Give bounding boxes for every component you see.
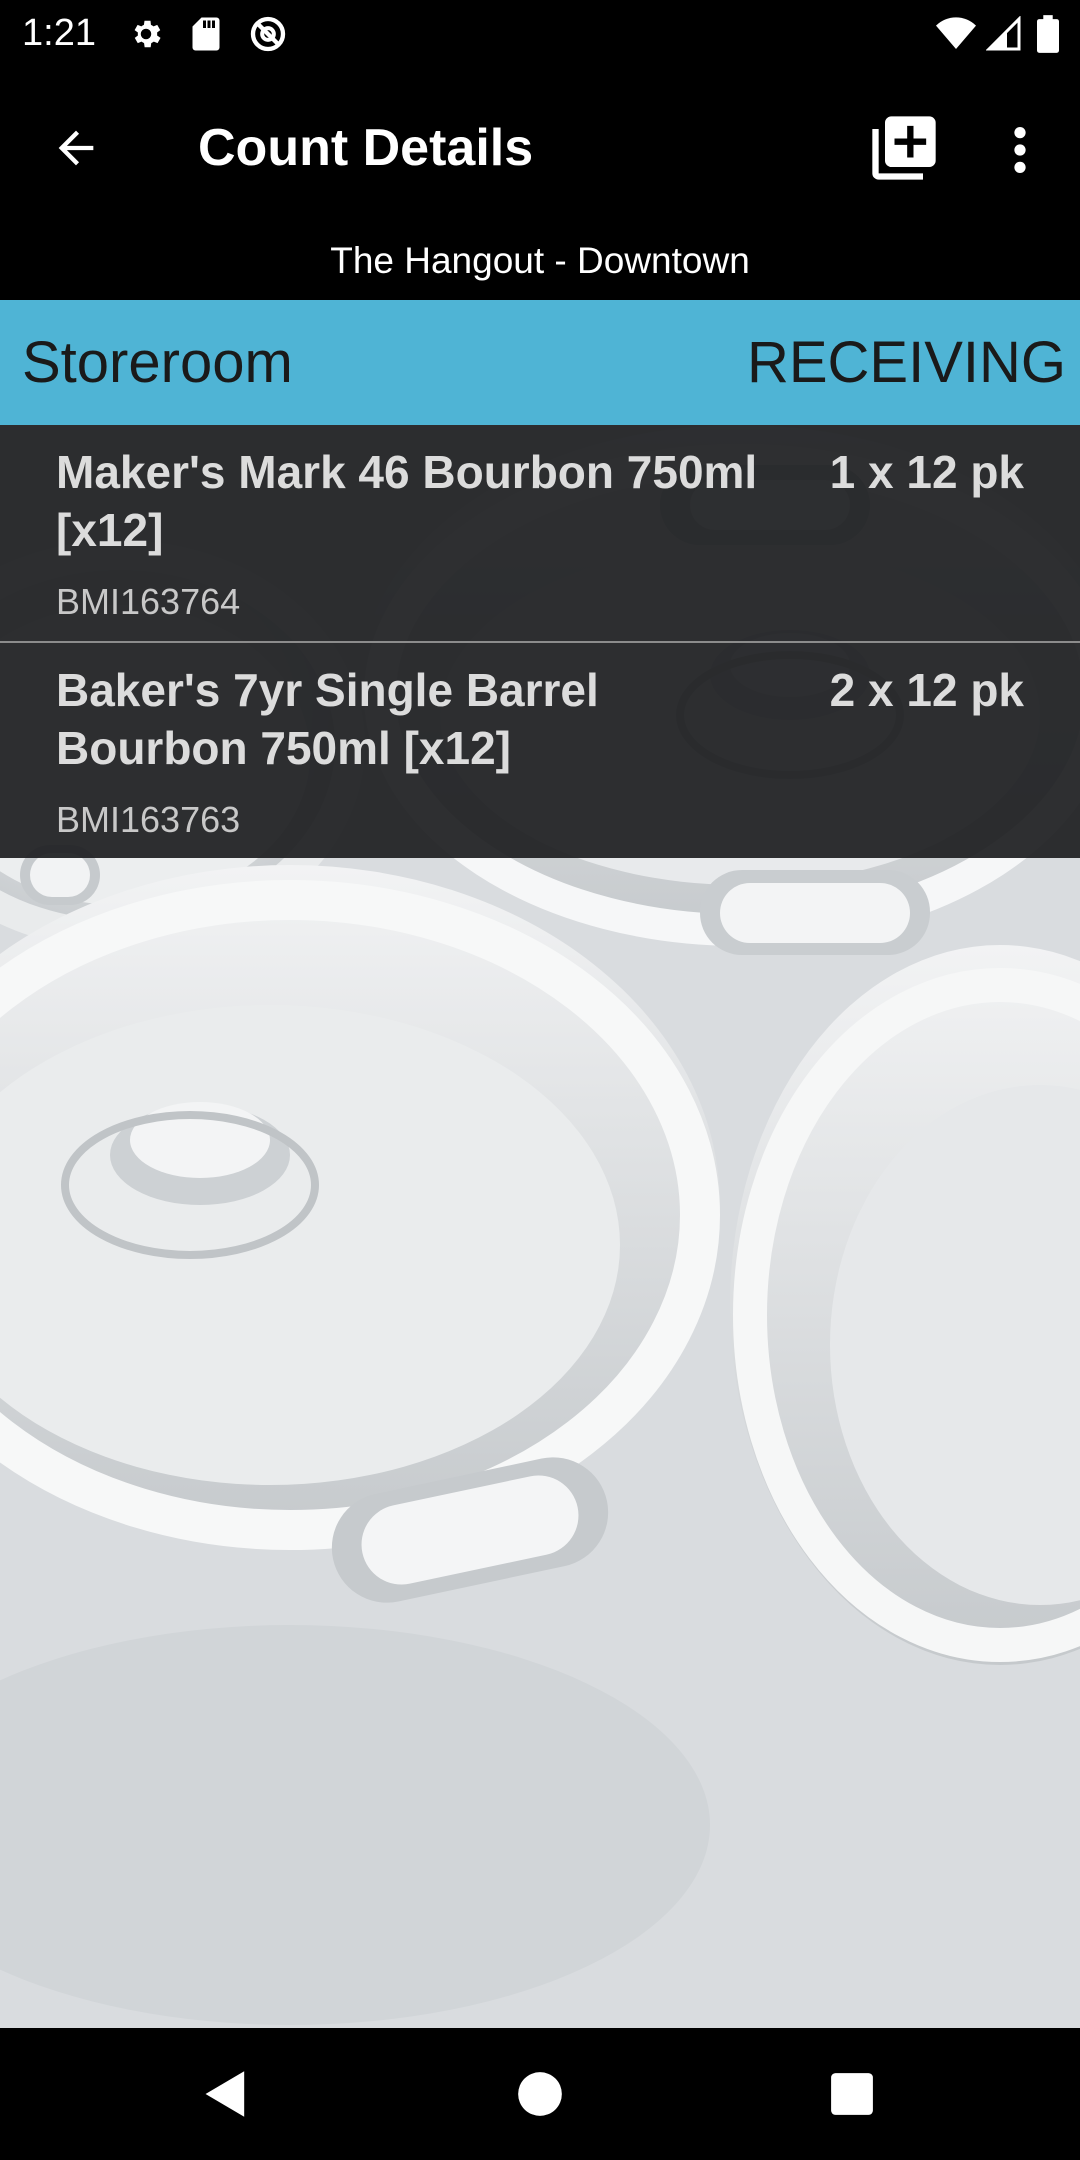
more-options-button[interactable] (990, 110, 1050, 190)
count-item-list: Maker's Mark 46 Bourbon 750ml [x12] 1 x … (0, 425, 1080, 858)
recents-square-icon (831, 2073, 873, 2115)
app-bar: Count Details The Hangout - Downtown (0, 66, 1080, 281)
status-time: 1:21 (22, 12, 96, 54)
settings-icon (124, 12, 168, 56)
section-header: Storeroom RECEIVING (0, 300, 1080, 425)
system-nav-bar (0, 2028, 1080, 2160)
add-item-button[interactable] (862, 106, 946, 190)
storage-location-label: Storeroom (22, 330, 293, 395)
wifi-icon (934, 12, 978, 56)
item-code: BMI163763 (56, 799, 241, 840)
list-item[interactable]: Maker's Mark 46 Bourbon 750ml [x12] 1 x … (0, 425, 1080, 643)
sd-card-icon (184, 12, 228, 56)
nav-recents-button[interactable] (822, 2064, 882, 2124)
more-vert-icon (1014, 127, 1026, 173)
back-triangle-icon (205, 2071, 245, 2117)
status-bar: 1:21 (0, 0, 1080, 66)
count-mode-label: RECEIVING (746, 330, 1066, 395)
item-code: BMI163764 (56, 581, 241, 622)
add-item-icon (872, 116, 936, 180)
no-tracking-icon (246, 12, 290, 56)
nav-back-button[interactable] (196, 2064, 256, 2124)
count-details-screen: 1:21 Count Details The Hangout - Downtow… (0, 0, 1080, 2160)
back-button[interactable] (40, 112, 112, 184)
item-quantity: 1 x 12 pk (829, 446, 1024, 498)
nav-home-button[interactable] (510, 2064, 570, 2124)
item-name: Baker's 7yr Single Barrel Bourbon 750ml … (56, 664, 599, 774)
location-subtitle: The Hangout - Downtown (330, 240, 750, 281)
signal-icon (982, 12, 1026, 56)
list-item[interactable]: Baker's 7yr Single Barrel Bourbon 750ml … (0, 643, 1080, 858)
page-title: Count Details (198, 119, 534, 177)
item-quantity: 2 x 12 pk (829, 664, 1024, 716)
back-arrow-icon (58, 130, 94, 166)
home-circle-icon (518, 2072, 562, 2116)
item-name: Maker's Mark 46 Bourbon 750ml [x12] (56, 446, 758, 556)
battery-icon (1026, 12, 1070, 56)
